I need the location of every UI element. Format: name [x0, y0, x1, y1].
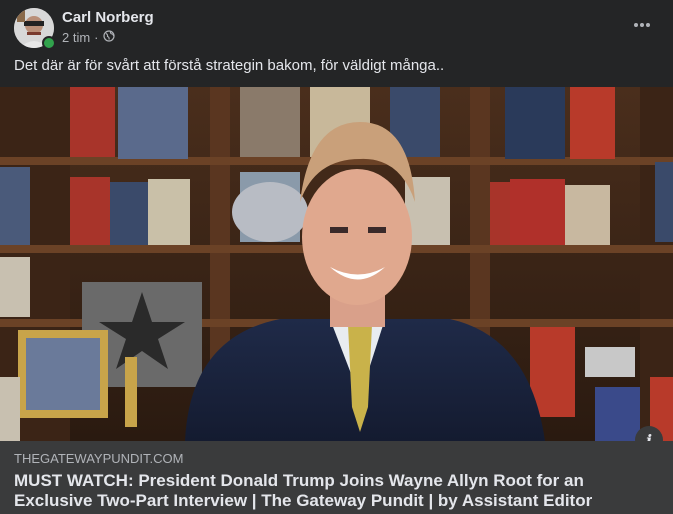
- link-domain: THEGATEWAYPUNDIT.COM: [14, 451, 184, 466]
- meta-separator: ·: [94, 30, 99, 45]
- post-time[interactable]: 2 tim: [62, 30, 90, 45]
- post-meta: 2 tim ·: [62, 30, 115, 45]
- author-name[interactable]: Carl Norberg: [62, 9, 154, 26]
- link-preview-image[interactable]: [0, 87, 673, 441]
- online-status-dot: [42, 36, 56, 50]
- feed-post: Carl Norberg 2 tim · Det där är för svår…: [0, 0, 673, 514]
- post-text: Det där är för svårt att förstå strategi…: [14, 57, 445, 74]
- link-title[interactable]: MUST WATCH: President Donald Trump Joins…: [14, 471, 654, 511]
- globe-icon[interactable]: [102, 30, 115, 45]
- more-options-icon[interactable]: [631, 14, 653, 36]
- link-preview-box[interactable]: THEGATEWAYPUNDIT.COM MUST WATCH: Preside…: [0, 441, 673, 514]
